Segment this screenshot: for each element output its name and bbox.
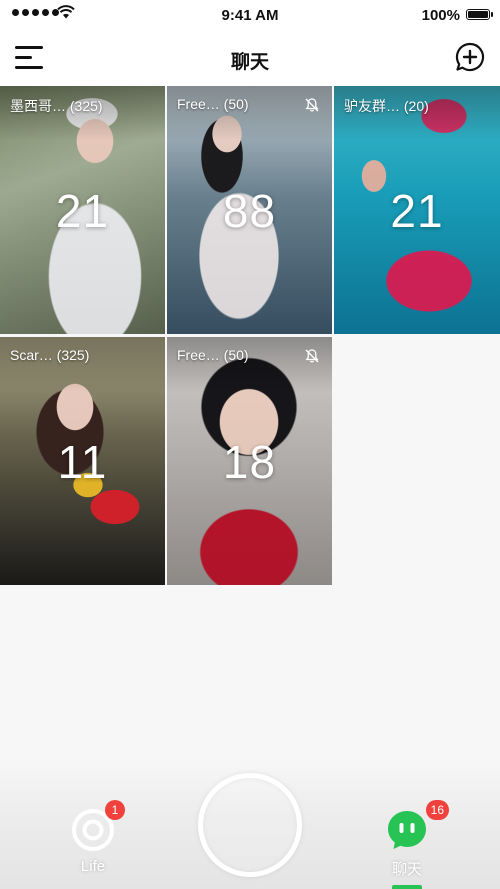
unread-count: 11: [57, 436, 108, 488]
unread-count: 21: [390, 185, 444, 237]
tab-chat-label: 聊天: [391, 861, 422, 878]
chat-tile[interactable]: Free… (50) 18: [167, 337, 332, 585]
battery-icon: [466, 9, 493, 20]
chat-name: Free… (50): [177, 347, 249, 363]
nav-bar: 聊天: [0, 30, 500, 86]
unread-count: 18: [222, 436, 277, 488]
page-title: 聊天: [230, 52, 269, 73]
chat-name: Free… (50): [177, 96, 249, 112]
capture-button[interactable]: [198, 773, 302, 877]
life-badge: 1: [105, 800, 125, 820]
chat-tile[interactable]: 墨西哥… (325) 21: [0, 86, 165, 334]
unread-count: 21: [55, 185, 110, 237]
chat-grid: 墨西哥… (325) 21 Free… (50) 88 驴友群… (20) 21…: [0, 86, 500, 586]
chat-name: Scar… (325): [10, 347, 90, 363]
chat-bubble-icon: [388, 811, 426, 849]
mute-icon: [305, 98, 319, 112]
tab-chat[interactable]: 16 聊天: [372, 800, 449, 879]
tab-life-label: Life: [80, 858, 106, 875]
active-tab-indicator: [392, 885, 422, 889]
status-bar: 9:41 AM 100%: [0, 0, 500, 30]
mute-icon: [305, 349, 319, 363]
tab-life[interactable]: 1 Life: [58, 800, 128, 875]
chat-tile[interactable]: 驴友群… (20) 21: [334, 86, 500, 334]
chat-name: 墨西哥… (325): [10, 98, 103, 114]
new-chat-icon[interactable]: [454, 41, 486, 73]
battery-percentage: 100%: [421, 7, 460, 24]
chat-tile[interactable]: Free… (50) 88: [167, 86, 332, 334]
chat-badge: 16: [425, 800, 449, 820]
chat-tile[interactable]: Scar… (325) 11: [0, 337, 165, 585]
chat-name: 驴友群… (20): [344, 98, 429, 114]
unread-count: 88: [222, 185, 277, 237]
